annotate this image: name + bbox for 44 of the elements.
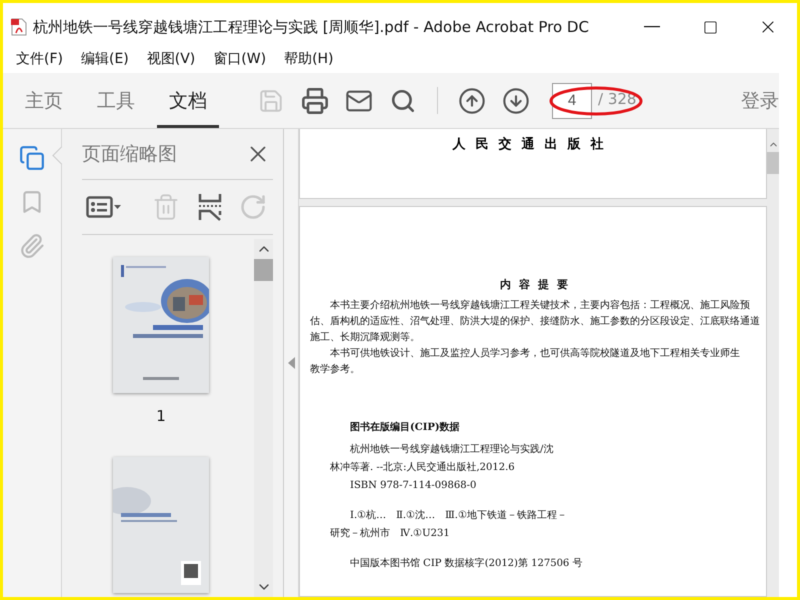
menu-item[interactable]: 编辑(E) (72, 50, 138, 68)
toolbar-tab[interactable]: 工具 (85, 73, 147, 128)
menu-item[interactable]: 视图(V) (138, 50, 204, 68)
collapse-handle-icon[interactable] (288, 357, 294, 369)
minimize-icon (644, 26, 660, 28)
trash-icon (152, 193, 180, 221)
menu-item[interactable]: 文件(F) (7, 50, 72, 68)
text-line: 本书主要介绍杭州地铁一号线穿越钱塘江工程关键技术，主要内容包括：工程概况、施工风险预 (329, 298, 750, 313)
insert-page-icon (198, 193, 222, 221)
menu-item[interactable]: 帮助(H) (275, 50, 343, 68)
arrow-up-icon (458, 86, 486, 114)
text-line: 中国版本图书馆 CIP 数据核字(2012)第 127506 号 (349, 556, 582, 571)
text-line: 杭州地铁一号线穿越钱塘江工程理论与实践/沈 (349, 442, 554, 457)
text-line: 本书可供地铁设计、施工及监控人员学习参考，也可供高等院校隧道及地下工程相关专业师生 (329, 346, 740, 361)
scrollbar[interactable] (254, 239, 273, 597)
sign-in-button[interactable]: 登录 (741, 73, 779, 128)
paperclip-icon (19, 233, 45, 259)
print-icon (301, 86, 329, 114)
text-line: 教学参考。 (310, 362, 360, 377)
text-line: ISBN 978-7-114-09868-0 (349, 479, 476, 493)
maximize-icon (702, 20, 718, 34)
text-line: 估、盾构机的适应性、沼气处理、防洪大堤的保护、接缝防水、施工参数的分区段设定、江底联络通道 (310, 314, 760, 329)
scroll-thumb[interactable] (767, 152, 779, 174)
text-line: 林冲等著. --北京:人民交通出版社,2012.6 (330, 460, 515, 475)
window-title: 杭州地铁一号线穿越钱塘江工程理论与实践 [周顺华].pdf - Adobe Acrobat Pro DC (33, 18, 590, 36)
scroll-thumb[interactable] (254, 259, 273, 281)
pdf-file-icon (11, 18, 27, 36)
menu-item[interactable]: 窗口(W) (204, 50, 276, 68)
panel-title: 页面缩略图 (82, 142, 177, 167)
pages-icon (19, 145, 45, 171)
text-line: Ⅰ.①杭… Ⅱ.①沈… Ⅲ.①地下铁道－铁路工程－ (349, 508, 567, 523)
text-line: 施工、长期沉降观测等。 (310, 330, 420, 345)
cip-heading: 图书在版编目(CIP)数据 (350, 420, 460, 434)
abstract-heading: 内容提要 (500, 277, 576, 292)
scrollbar[interactable] (767, 129, 779, 597)
list-options-icon (86, 195, 122, 219)
search-icon (390, 88, 416, 114)
publisher-name: 人民交通出版社 (452, 136, 614, 154)
rotate-icon (239, 193, 268, 221)
page-thumbnail-label: 1 (156, 407, 166, 425)
arrow-down-icon (502, 86, 530, 114)
toolbar-tab[interactable]: 主页 (13, 73, 75, 128)
save-icon (258, 88, 284, 114)
text-line: 研究－杭州市 Ⅳ.①U231 (330, 526, 450, 541)
